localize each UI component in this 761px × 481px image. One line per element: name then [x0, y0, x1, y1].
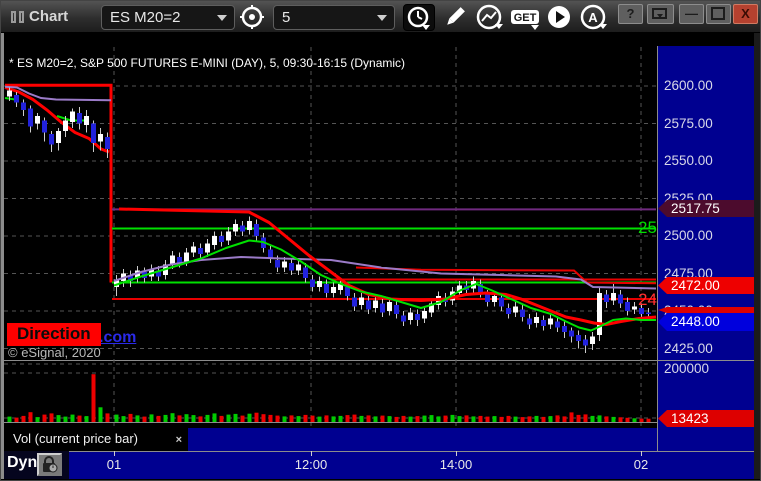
close-button[interactable]: X	[733, 4, 758, 24]
maximize-icon	[711, 7, 725, 20]
interval-value: 5	[282, 9, 291, 26]
price-tick: 2500.00	[664, 228, 713, 243]
chevron-down-icon	[377, 15, 387, 21]
get-icon: GET	[511, 10, 539, 30]
interval-settings-button[interactable]	[238, 4, 268, 31]
symbol-value: ES M20=2	[110, 9, 181, 26]
window-right-border	[754, 33, 760, 479]
price-tag: 2472.00	[658, 277, 754, 294]
time-label: 01	[106, 457, 122, 472]
play-button[interactable]	[545, 4, 575, 31]
price-tag: 13423	[658, 410, 754, 427]
volume-tick: 200000	[664, 361, 710, 376]
time-tick	[114, 451, 115, 456]
a-circle-icon: A	[580, 4, 607, 30]
price-tick: 2425.00	[664, 340, 713, 356]
volume-tab[interactable]: Vol (current price bar) ×	[4, 428, 188, 451]
price-axis[interactable]: 2600.00 2575.00 2550.00 2525.00 2500.00 2475.…	[658, 46, 754, 451]
restore-button[interactable]	[647, 4, 674, 24]
time-tick	[456, 451, 457, 456]
price-tag: 2517.75	[658, 200, 754, 217]
annotation-button[interactable]: A	[579, 4, 613, 31]
price-tick: 2550.00	[664, 153, 713, 168]
chart-header-text: * ES M20=2, S&P 500 FUTURES E-MINI (DAY)…	[9, 56, 406, 70]
help-button[interactable]: ?	[618, 4, 643, 24]
pencil-icon	[447, 7, 465, 25]
svg-text:A: A	[588, 10, 598, 25]
chart-icon	[11, 11, 25, 23]
time-label: 14:00	[439, 457, 473, 472]
svg-text:GET: GET	[514, 12, 537, 24]
time-tick	[311, 451, 312, 456]
price-tag: 2448.00	[658, 313, 754, 331]
draw-button[interactable]	[441, 4, 471, 31]
partially-hidden-tag	[658, 307, 754, 313]
copyright-text: © eSignal, 2020	[8, 345, 101, 360]
plot-overlay: Direction .com © eSignal, 2020 250 246	[4, 46, 658, 428]
window-title: Chart	[29, 8, 69, 25]
horizontal-line-label: 250	[638, 218, 658, 237]
minimize-button[interactable]: —	[679, 4, 704, 24]
play-icon	[548, 6, 570, 28]
gear-icon	[240, 5, 264, 29]
close-icon[interactable]: ×	[176, 429, 182, 451]
clock-icon	[407, 6, 430, 30]
maximize-button[interactable]	[706, 4, 731, 24]
time-tick	[641, 451, 642, 456]
watermark-link[interactable]: .com	[99, 329, 136, 347]
time-axis[interactable]: 01 12:00 14:00 02	[4, 451, 754, 479]
restore-icon	[652, 8, 667, 19]
volume-tab-label: Vol (current price bar)	[13, 431, 138, 446]
get-data-button[interactable]: GET	[509, 4, 543, 31]
price-tick: 2575.00	[664, 115, 713, 131]
time-label: 12:00	[294, 457, 328, 472]
chevron-down-icon	[217, 15, 227, 21]
zigzag-chart-icon	[476, 4, 503, 30]
price-tick: 2600.00	[664, 78, 713, 93]
title-bar: Chart ES M20=2 5 GET A ? — X	[1, 1, 760, 33]
time-template-button[interactable]	[403, 4, 435, 31]
horizontal-line-label: 246	[638, 290, 658, 309]
chart-window: Chart ES M20=2 5 GET A ? — X 2600.00 257…	[0, 0, 761, 481]
studies-button[interactable]	[475, 4, 509, 31]
symbol-dropdown[interactable]: ES M20=2	[101, 5, 235, 30]
direction-label[interactable]: Direction	[7, 323, 101, 346]
interval-dropdown[interactable]: 5	[273, 5, 395, 30]
time-label: 02	[633, 457, 649, 472]
